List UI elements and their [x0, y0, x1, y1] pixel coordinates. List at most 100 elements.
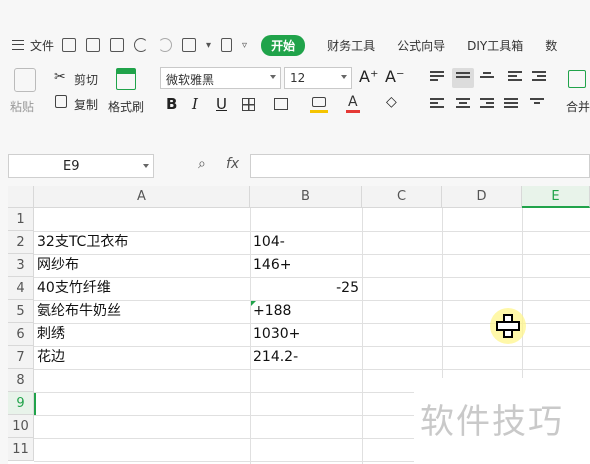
- column-header-b[interactable]: B: [250, 186, 362, 208]
- underline-button[interactable]: U: [216, 95, 227, 113]
- align-middle-icon[interactable]: [452, 68, 474, 88]
- merge-button[interactable]: 合并: [566, 98, 590, 115]
- quick-access-toolbar: ▾ ▿: [62, 38, 247, 52]
- row-header[interactable]: 5: [8, 300, 34, 323]
- cell-b7[interactable]: 214.2-: [250, 346, 362, 369]
- align-bottom-icon[interactable]: [480, 72, 494, 84]
- increase-indent-icon[interactable]: [532, 71, 546, 83]
- save-icon[interactable]: [86, 38, 101, 52]
- print-preview-icon[interactable]: [110, 38, 125, 52]
- clear-format-icon[interactable]: ◇: [386, 94, 397, 110]
- format-painter-icon: [116, 68, 136, 90]
- row-header[interactable]: 6: [8, 323, 34, 346]
- watermark-panel: 软件技巧: [414, 378, 590, 464]
- cell-a2[interactable]: 32支TC卫衣布: [34, 231, 250, 254]
- paste-icon[interactable]: [14, 68, 36, 92]
- cell-a5[interactable]: 氨纶布牛奶丝: [34, 300, 250, 323]
- cross-cursor-bar: [496, 321, 520, 331]
- cell-a4[interactable]: 40支竹纤维: [34, 277, 250, 300]
- border-icon[interactable]: [242, 98, 255, 111]
- formula-input[interactable]: [250, 154, 590, 178]
- cell-a3[interactable]: 网纱布: [34, 254, 250, 277]
- cell-b2[interactable]: 104-: [250, 231, 362, 254]
- font-color-icon[interactable]: A: [348, 94, 358, 110]
- cell-b5[interactable]: +188: [250, 300, 362, 323]
- font-color-swatch: [346, 110, 360, 113]
- gridline: [442, 208, 443, 378]
- column-header-a[interactable]: A: [34, 186, 250, 208]
- chevron-down-icon: [270, 75, 276, 79]
- fx-button[interactable]: fx: [226, 156, 239, 172]
- align-center-icon[interactable]: [456, 98, 470, 110]
- copy-button[interactable]: 复制: [74, 96, 98, 113]
- scissors-icon: ✂: [54, 69, 66, 85]
- fill-color-swatch: [310, 110, 328, 113]
- italic-button[interactable]: I: [192, 95, 198, 113]
- cell-b4[interactable]: -25: [250, 277, 362, 300]
- row-header-selected[interactable]: 9: [8, 392, 34, 415]
- active-cell-indicator: [34, 393, 36, 415]
- redo-icon[interactable]: [158, 38, 173, 52]
- row-header[interactable]: 2: [8, 231, 34, 254]
- row-header[interactable]: 8: [8, 369, 34, 392]
- column-header-e[interactable]: E: [522, 186, 590, 208]
- print-dropdown-icon[interactable]: ▾: [206, 40, 211, 51]
- increase-font-icon[interactable]: A⁺: [359, 67, 378, 86]
- paste-button[interactable]: 粘贴: [10, 98, 34, 115]
- undo-icon[interactable]: [134, 38, 149, 52]
- decrease-font-icon[interactable]: A⁻: [385, 67, 404, 86]
- justify-icon[interactable]: [504, 98, 518, 110]
- file-menu[interactable]: 文件: [12, 37, 54, 54]
- open-folder-icon[interactable]: [62, 38, 77, 52]
- cell-a7[interactable]: 花边: [34, 346, 250, 369]
- tab-diy-toolbox[interactable]: DIY工具箱: [467, 37, 523, 54]
- zoom-search-icon[interactable]: ⌕: [198, 156, 206, 172]
- font-size-value: 12: [290, 71, 306, 85]
- row-header[interactable]: 1: [8, 208, 34, 231]
- font-family-select[interactable]: 微软雅黑: [160, 67, 281, 89]
- font-size-select[interactable]: 12: [284, 67, 352, 89]
- column-header-c[interactable]: C: [362, 186, 442, 208]
- hamburger-icon: [12, 40, 24, 50]
- row-header[interactable]: 4: [8, 277, 34, 300]
- tab-start[interactable]: 开始: [261, 34, 306, 56]
- name-box[interactable]: E9: [8, 154, 154, 178]
- distributed-icon[interactable]: [530, 98, 544, 110]
- merge-icon: [568, 70, 586, 88]
- decrease-indent-icon[interactable]: [508, 71, 522, 83]
- copy-icon: [55, 95, 67, 108]
- font-family-value: 微软雅黑: [166, 73, 215, 87]
- new-doc-icon[interactable]: [221, 38, 233, 52]
- bold-button[interactable]: B: [166, 95, 177, 113]
- cell-b3[interactable]: 146+: [250, 254, 362, 277]
- spreadsheet-app: 文件 ▾ ▿ 开始 财务工具 公式向导 DIY工具箱 数 粘贴 ✂ 剪切 复制 …: [0, 0, 590, 464]
- name-box-value: E9: [63, 159, 80, 174]
- gridline: [34, 369, 590, 370]
- format-painter-button[interactable]: 格式刷: [108, 98, 144, 115]
- cell-a6[interactable]: 刺绣: [34, 323, 250, 346]
- ribbon: 粘贴 ✂ 剪切 复制 格式刷 微软雅黑 12 A⁺ A⁻ B I U A ◇ 合…: [8, 62, 590, 140]
- align-top-icon[interactable]: [430, 71, 444, 83]
- print-icon[interactable]: [182, 38, 197, 52]
- row-header[interactable]: 3: [8, 254, 34, 277]
- conditional-format-icon[interactable]: [274, 98, 288, 110]
- align-left-icon[interactable]: [430, 98, 444, 110]
- cell-b6[interactable]: 1030+: [250, 323, 362, 346]
- row-header[interactable]: 10: [8, 415, 34, 438]
- menu-bar: 文件 ▾ ▿ 开始 财务工具 公式向导 DIY工具箱 数: [0, 28, 590, 62]
- cut-button[interactable]: 剪切: [74, 71, 98, 88]
- row-header[interactable]: 7: [8, 346, 34, 369]
- row-header[interactable]: 11: [8, 438, 34, 461]
- chevron-down-icon: [341, 75, 347, 79]
- select-all-corner[interactable]: [8, 186, 34, 208]
- file-menu-label: 文件: [30, 38, 55, 53]
- fill-color-icon[interactable]: [312, 97, 326, 107]
- column-header-d[interactable]: D: [442, 186, 522, 208]
- align-right-icon[interactable]: [480, 98, 494, 110]
- tab-data[interactable]: 数: [545, 37, 557, 54]
- mouse-cursor-highlight: [490, 308, 526, 344]
- customize-dropdown-icon[interactable]: ▿: [242, 40, 247, 51]
- tab-finance-tools[interactable]: 财务工具: [327, 37, 375, 54]
- watermark-text: 软件技巧: [420, 402, 564, 442]
- tab-formula-wizard[interactable]: 公式向导: [397, 37, 445, 54]
